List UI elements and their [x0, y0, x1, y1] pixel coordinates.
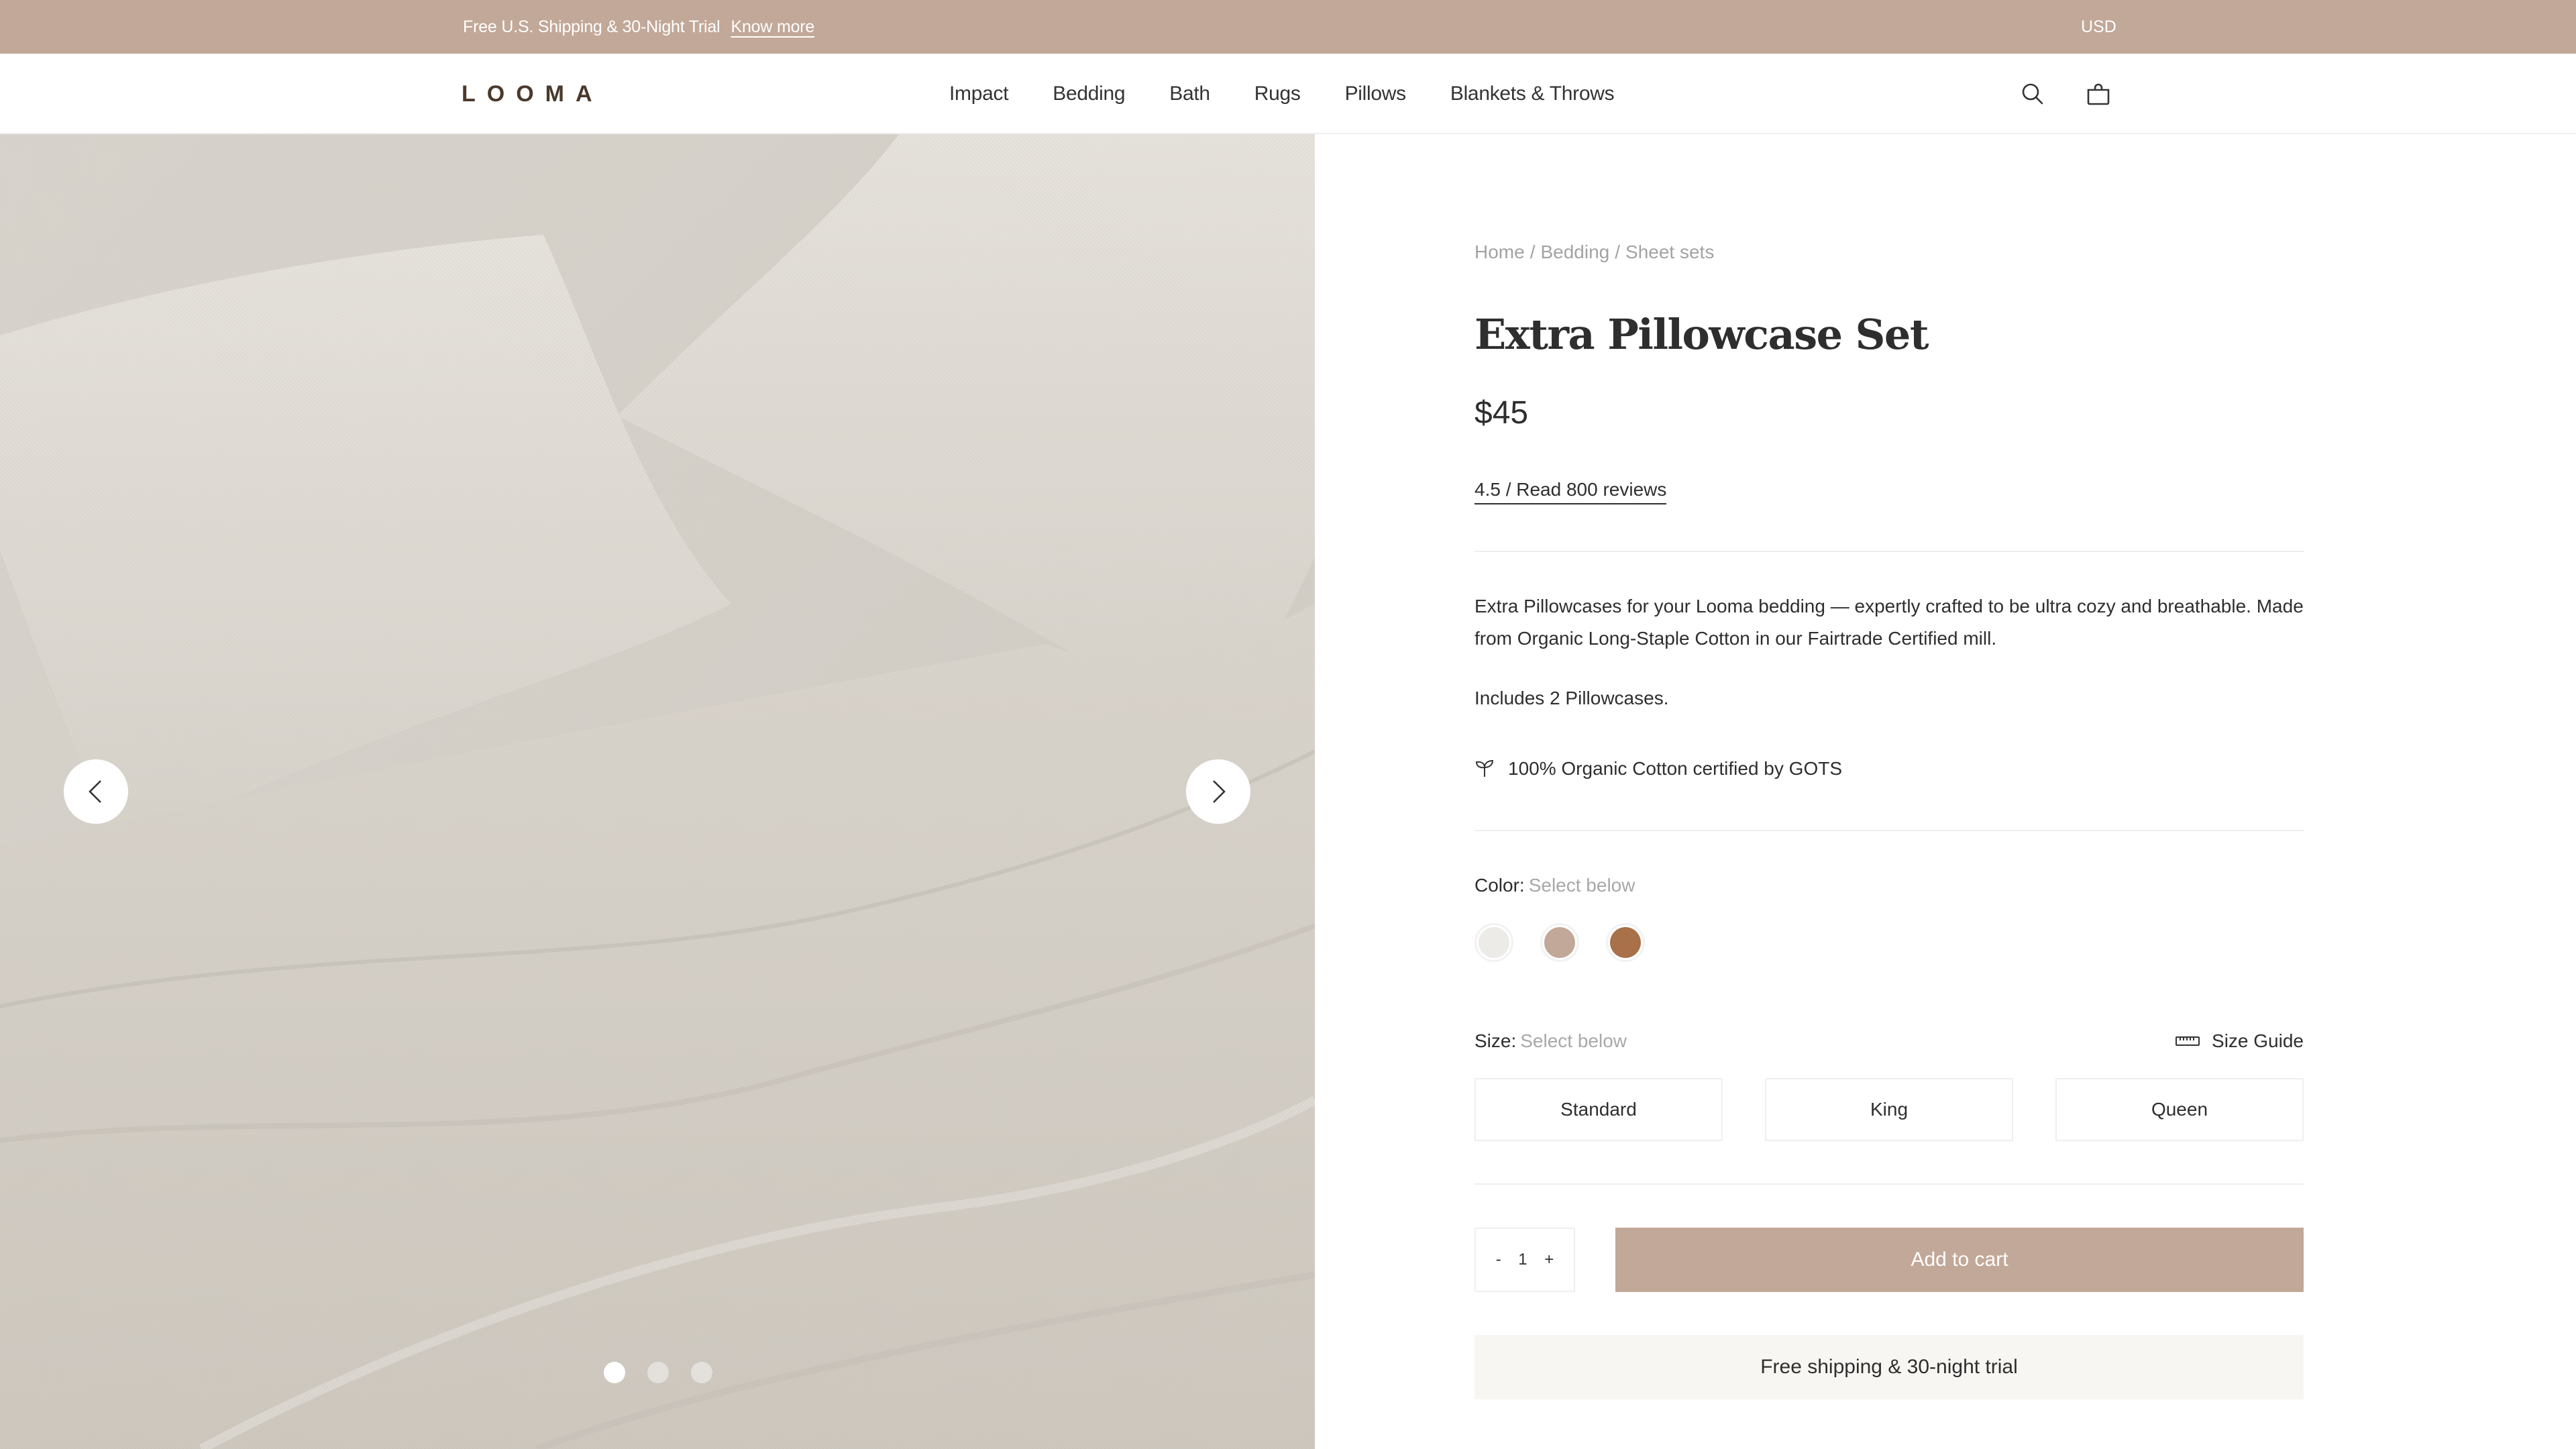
- quantity-stepper: - 1 +: [1474, 1228, 1575, 1292]
- currency-selector[interactable]: USD: [2081, 0, 2116, 54]
- divider: [1474, 1183, 2304, 1185]
- color-swatch-white[interactable]: [1474, 923, 1513, 962]
- announcement-bar: Free U.S. Shipping & 30-Night Trial Know…: [0, 0, 2576, 54]
- breadcrumb-sheet-sets[interactable]: Sheet sets: [1625, 241, 1714, 263]
- site-header: LOOMA Impact Bedding Bath Rugs Pillows B…: [0, 54, 2576, 134]
- size-guide-text: Size Guide: [2212, 1030, 2304, 1051]
- product-description: Extra Pillowcases for your Looma bedding…: [1474, 596, 2304, 649]
- size-label-text: Size:: [1474, 1030, 1517, 1051]
- product-gallery: [0, 134, 1315, 1449]
- nav-item-bath[interactable]: Bath: [1169, 83, 1210, 105]
- quantity-value[interactable]: 1: [1518, 1250, 1527, 1269]
- color-swatch-taupe[interactable]: [1540, 923, 1579, 962]
- gallery-dot-1[interactable]: [604, 1362, 625, 1383]
- size-options: Standard King Queen: [1474, 1078, 2304, 1141]
- color-swatches: [1474, 923, 1645, 962]
- nav-item-blankets-throws[interactable]: Blankets & Throws: [1450, 83, 1615, 105]
- color-label-text: Color:: [1474, 875, 1525, 896]
- nav-item-pillows[interactable]: Pillows: [1345, 83, 1407, 105]
- main-nav: Impact Bedding Bath Rugs Pillows Blanket…: [949, 54, 1615, 134]
- gallery-dot-3[interactable]: [691, 1362, 712, 1383]
- size-guide-link[interactable]: Size Guide: [2176, 1030, 2304, 1052]
- certification-text: 100% Organic Cotton certified by GOTS: [1508, 758, 1842, 779]
- size-option-queen[interactable]: Queen: [2055, 1078, 2304, 1141]
- product-includes: Includes 2 Pillowcases.: [1474, 688, 1669, 708]
- size-option-standard[interactable]: Standard: [1474, 1078, 1723, 1141]
- nav-item-impact[interactable]: Impact: [949, 83, 1009, 105]
- search-button[interactable]: [2019, 80, 2046, 107]
- gallery-prev-button[interactable]: [64, 759, 128, 824]
- size-hint: Select below: [1520, 1030, 1627, 1051]
- size-option-king[interactable]: King: [1765, 1078, 2013, 1141]
- header-actions: [2019, 54, 2112, 134]
- color-hint: Select below: [1528, 875, 1635, 896]
- cart-button[interactable]: [2085, 80, 2112, 107]
- promo-text: Free U.S. Shipping & 30-Night Trial: [463, 17, 720, 36]
- chevron-right-icon: [1213, 780, 1226, 803]
- product-price: $45: [1474, 395, 1529, 431]
- breadcrumb: Home / Bedding / Sheet sets: [1474, 241, 1714, 263]
- divider: [1474, 830, 2304, 831]
- nav-item-bedding[interactable]: Bedding: [1053, 83, 1125, 105]
- breadcrumb-bedding[interactable]: Bedding: [1540, 241, 1609, 263]
- add-to-cart-button[interactable]: Add to cart: [1615, 1228, 2304, 1292]
- gallery-next-button[interactable]: [1186, 759, 1250, 824]
- shopping-bag-icon: [2087, 83, 2110, 105]
- quantity-increase-button[interactable]: +: [1540, 1248, 1558, 1272]
- chevron-left-icon: [89, 780, 101, 803]
- purchase-row: - 1 + Add to cart: [1474, 1228, 2304, 1292]
- gallery-dot-2[interactable]: [647, 1362, 669, 1383]
- reviews-link[interactable]: 4.5 / Read 800 reviews: [1474, 479, 1667, 504]
- divider: [1474, 551, 2304, 552]
- size-label: Size: Select below: [1474, 1030, 1627, 1052]
- logo[interactable]: LOOMA: [462, 54, 604, 134]
- breadcrumb-home[interactable]: Home: [1474, 241, 1525, 263]
- know-more-link[interactable]: Know more: [731, 17, 814, 37]
- certification: 100% Organic Cotton certified by GOTS: [1474, 758, 1842, 780]
- color-label: Color: Select below: [1474, 875, 1635, 896]
- swatch-fill: [1479, 927, 1509, 958]
- product-title: Extra Pillowcase Set: [1474, 310, 1929, 359]
- swatch-fill: [1544, 927, 1575, 958]
- nav-item-rugs[interactable]: Rugs: [1254, 83, 1301, 105]
- ruler-icon: [2176, 1036, 2200, 1046]
- color-swatch-rust[interactable]: [1606, 923, 1645, 962]
- promo: Free U.S. Shipping & 30-Night Trial Know…: [463, 0, 814, 54]
- breadcrumb-separator: /: [1529, 241, 1536, 262]
- product-image: [0, 134, 1315, 1449]
- sprout-icon: [1475, 759, 1494, 777]
- gallery-pagination: [604, 1362, 712, 1383]
- swatch-fill: [1610, 927, 1641, 958]
- search-icon: [2022, 83, 2043, 105]
- shipping-banner: Free shipping & 30-night trial: [1474, 1335, 2304, 1399]
- quantity-decrease-button[interactable]: -: [1492, 1248, 1505, 1272]
- breadcrumb-separator: /: [1615, 241, 1621, 262]
